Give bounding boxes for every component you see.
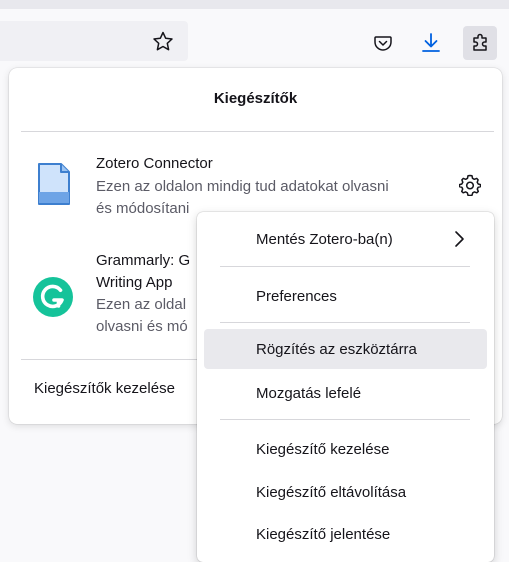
menu-item-label: Mentés Zotero-ba(n) bbox=[256, 230, 393, 248]
menu-item-label: Rögzítés az eszköztárra bbox=[256, 340, 417, 358]
grammarly-icon bbox=[33, 277, 73, 322]
menu-item-manage-extension[interactable]: Kiegészítő kezelése bbox=[204, 429, 487, 469]
menu-item-save-to-zotero[interactable]: Mentés Zotero-ba(n) bbox=[204, 219, 487, 259]
chevron-right-icon bbox=[453, 230, 465, 253]
panel-title: Kiegészítők bbox=[213, 90, 298, 107]
menu-item-label: Mozgatás lefelé bbox=[256, 384, 362, 402]
extensions-button[interactable] bbox=[463, 26, 497, 60]
extension-name-line2: Writing App bbox=[96, 274, 173, 291]
menu-item-move-down[interactable]: Mozgatás lefelé bbox=[204, 373, 487, 413]
menu-item-label: Kiegészítő kezelése bbox=[256, 440, 390, 458]
panel-header-divider bbox=[21, 131, 494, 132]
extension-name-line1: Grammarly: G bbox=[96, 252, 191, 269]
extension-name: Zotero Connector bbox=[96, 155, 213, 172]
menu-item-label: Preferences bbox=[256, 287, 337, 305]
zotero-document-icon bbox=[37, 162, 71, 211]
downloads-button[interactable] bbox=[414, 26, 448, 60]
menu-separator bbox=[220, 322, 470, 323]
browser-toolbar bbox=[0, 0, 509, 66]
menu-item-remove-extension[interactable]: Kiegészítő eltávolítása bbox=[204, 472, 487, 512]
menu-item-pin-to-toolbar[interactable]: Rögzítés az eszköztárra bbox=[204, 329, 487, 369]
gear-icon[interactable] bbox=[457, 172, 483, 198]
menu-item-label: Kiegészítő jelentése bbox=[256, 525, 391, 543]
url-bar[interactable] bbox=[0, 21, 188, 61]
menu-item-label: Kiegészítő eltávolítása bbox=[256, 483, 407, 501]
pocket-button[interactable] bbox=[366, 26, 400, 60]
manage-extensions-link[interactable]: Kiegészítők kezelése bbox=[34, 380, 175, 397]
pocket-icon bbox=[374, 36, 392, 51]
download-arrow-icon bbox=[422, 33, 440, 52]
menu-item-preferences[interactable]: Preferences bbox=[204, 276, 487, 316]
tab-strip-edge bbox=[0, 0, 509, 9]
bookmark-star-icon[interactable] bbox=[152, 31, 174, 57]
extension-context-menu: Mentés Zotero-ba(n) Preferences Rögzítés… bbox=[197, 212, 494, 562]
extension-item-zotero[interactable]: Zotero Connector Ezen az oldalon mindig … bbox=[9, 148, 502, 218]
menu-separator bbox=[220, 419, 470, 420]
puzzle-piece-icon bbox=[473, 33, 487, 51]
menu-separator bbox=[220, 266, 470, 267]
menu-item-report-extension[interactable]: Kiegészítő jelentése bbox=[204, 514, 487, 554]
